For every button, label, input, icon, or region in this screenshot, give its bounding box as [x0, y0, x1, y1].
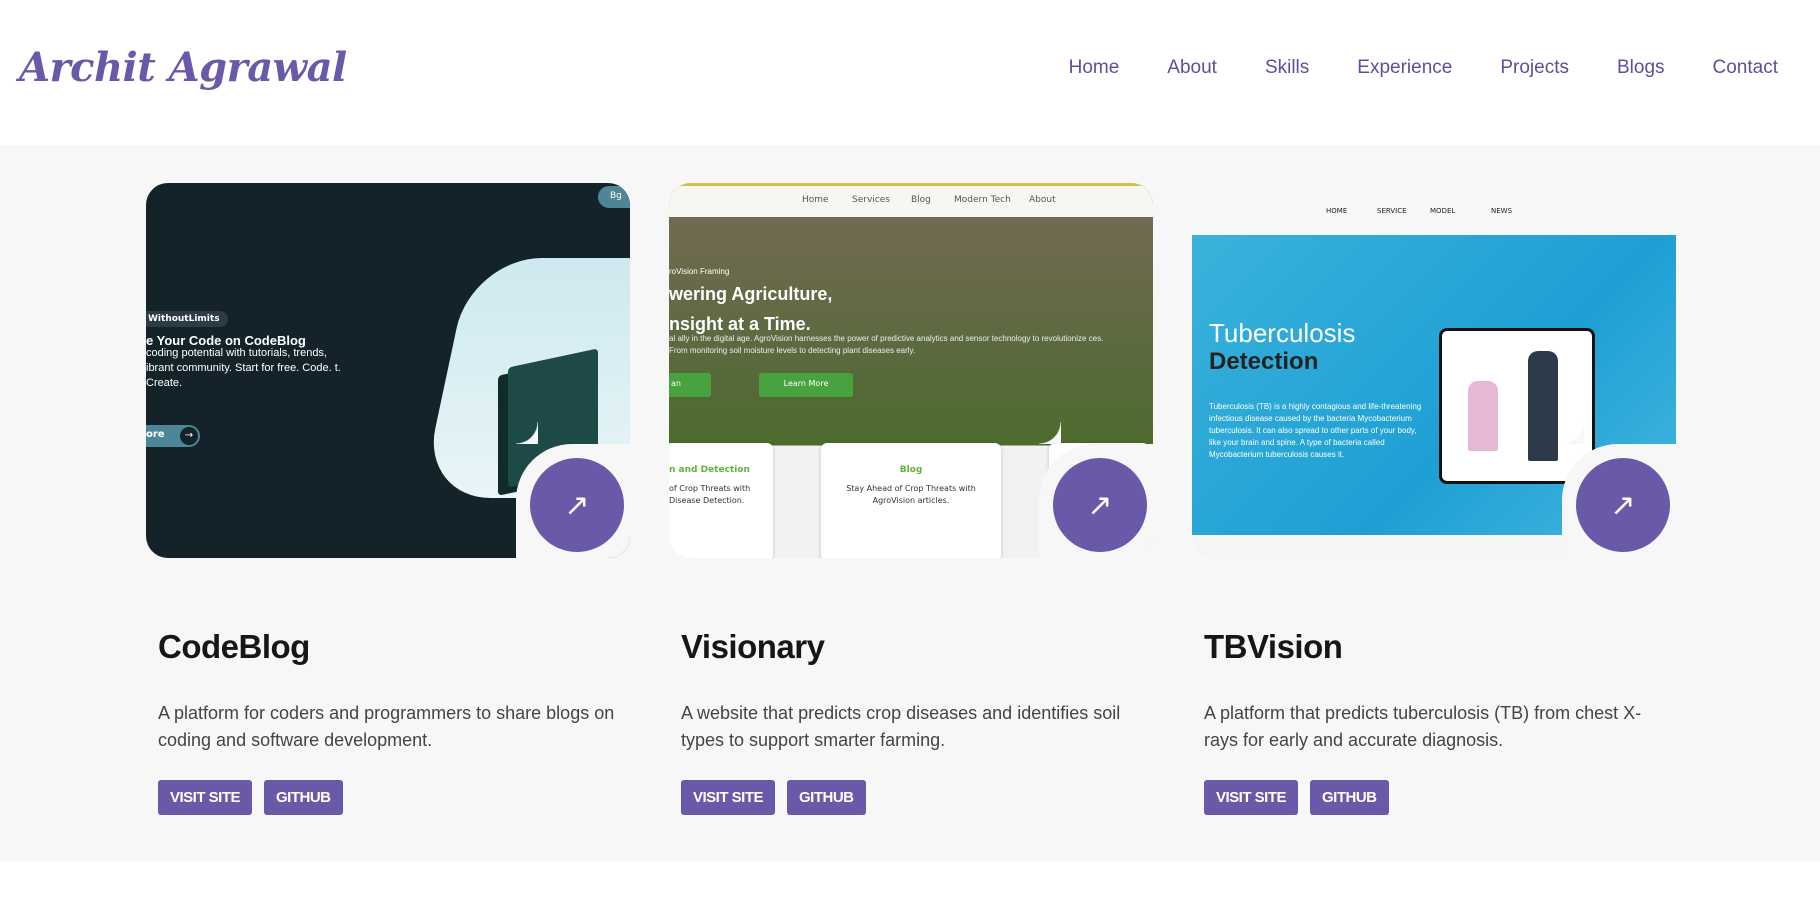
open-project-button[interactable]: ↗: [1576, 458, 1670, 552]
project-preview-image[interactable]: Bg WithoutLimits e Your Code on CodeBlog…: [146, 183, 630, 558]
arrow-up-right-icon: ↗: [1610, 487, 1636, 523]
preview-feature-card: n and Detection of Crop Threats with Dis…: [669, 443, 773, 558]
preview-button-1: an: [669, 373, 711, 397]
project-card-codeblog: Bg WithoutLimits e Your Code on CodeBlog…: [146, 183, 630, 815]
arrow-up-right-icon: ↗: [564, 487, 590, 523]
preview-badge: WithoutLimits: [146, 311, 228, 327]
preview-more-button: ore →: [146, 425, 200, 447]
preview-navbar: HOME SERVICE MODEL NEWS: [1192, 183, 1676, 235]
site-logo[interactable]: Archit Agrawal: [19, 44, 347, 91]
preview-card-text: Stay Ahead of Crop Threats with AgroVisi…: [846, 484, 976, 505]
nav-experience[interactable]: Experience: [1357, 57, 1452, 79]
github-button[interactable]: GITHUB: [1310, 780, 1389, 815]
project-title: TBVision: [1204, 628, 1343, 665]
project-description: A website that predicts crop diseases an…: [681, 703, 1121, 750]
preview-feature-card: Blog Stay Ahead of Crop Threats with Agr…: [821, 443, 1001, 558]
preview-card-text: of Crop Threats with Disease Detection.: [669, 484, 751, 505]
project-description: A platform that predicts tuberculosis (T…: [1204, 703, 1642, 750]
preview-nav-item: Home: [802, 195, 829, 205]
github-button[interactable]: GITHUB: [264, 780, 343, 815]
open-project-button[interactable]: ↗: [1053, 458, 1147, 552]
preview-text: coding potential with tutorials, trends,…: [146, 347, 341, 389]
project-description: A platform for coders and programmers to…: [158, 703, 615, 750]
project-preview-image[interactable]: Home Services Blog Modern Tech About roV…: [669, 183, 1153, 558]
main-nav: Home About Skills Experience Projects Bl…: [1069, 57, 1778, 79]
preview-more-label: ore: [146, 429, 165, 440]
nav-blogs[interactable]: Blogs: [1617, 57, 1665, 79]
arrow-right-icon: →: [180, 427, 198, 445]
preview-nav-item: Modern Tech: [954, 195, 1011, 205]
preview-nav-item: Blog: [911, 195, 931, 205]
preview-card-title: Blog: [899, 465, 923, 475]
preview-nav-item: SERVICE: [1377, 207, 1407, 215]
project-buttons: VISIT SITE GITHUB: [158, 780, 630, 815]
project-card-visionary: Home Services Blog Modern Tech About roV…: [669, 183, 1153, 815]
nav-skills[interactable]: Skills: [1265, 57, 1309, 79]
project-preview-image[interactable]: HOME SERVICE MODEL NEWS Tuberculosis Det…: [1192, 183, 1676, 558]
preview-nav-item: Services: [852, 195, 890, 205]
xray-illustration: [1439, 328, 1595, 484]
project-card-tbvision: HOME SERVICE MODEL NEWS Tuberculosis Det…: [1192, 183, 1676, 815]
project-buttons: VISIT SITE GITHUB: [1204, 780, 1676, 815]
arrow-up-right-icon: ↗: [1087, 487, 1113, 523]
project-title: Visionary: [681, 628, 825, 665]
preview-heading-line-1: Tuberculosis: [1209, 318, 1356, 348]
doctor-figure: [1528, 351, 1558, 461]
nav-about[interactable]: About: [1167, 57, 1217, 79]
preview-nav-item: About: [1029, 195, 1056, 205]
visit-site-button[interactable]: VISIT SITE: [1204, 780, 1299, 815]
patient-figure: [1468, 381, 1498, 451]
projects-section: Bg WithoutLimits e Your Code on CodeBlog…: [0, 145, 1820, 861]
preview-text: Tuberculosis (TB) is a highly contagious…: [1209, 402, 1422, 459]
preview-text: al ally in the digital age. AgroVision h…: [669, 334, 1104, 355]
preview-nav-item: HOME: [1326, 207, 1348, 215]
nav-projects[interactable]: Projects: [1500, 57, 1569, 79]
preview-nav-item: MODEL: [1430, 207, 1456, 215]
site-header: Archit Agrawal Home About Skills Experie…: [0, 0, 1820, 145]
preview-tag: Bg: [598, 186, 630, 208]
nav-home[interactable]: Home: [1069, 57, 1120, 79]
preview-nav-item: NEWS: [1491, 207, 1513, 215]
github-button[interactable]: GITHUB: [787, 780, 866, 815]
preview-button-2: Learn More: [759, 373, 853, 397]
open-project-button[interactable]: ↗: [530, 458, 624, 552]
preview-heading: wering Agriculture, nsight at a Time.: [669, 279, 832, 339]
project-buttons: VISIT SITE GITHUB: [681, 780, 1153, 815]
preview-heading-line-2: Detection: [1209, 348, 1319, 375]
preview-card-title: n and Detection: [669, 465, 750, 475]
preview-label: roVision Framing: [669, 267, 730, 276]
nav-contact[interactable]: Contact: [1713, 57, 1778, 79]
visit-site-button[interactable]: VISIT SITE: [681, 780, 776, 815]
visit-site-button[interactable]: VISIT SITE: [158, 780, 253, 815]
preview-navbar: Home Services Blog Modern Tech About: [669, 183, 1153, 217]
preview-heading-line-1: wering Agriculture,: [669, 284, 833, 304]
project-title: CodeBlog: [158, 628, 310, 665]
